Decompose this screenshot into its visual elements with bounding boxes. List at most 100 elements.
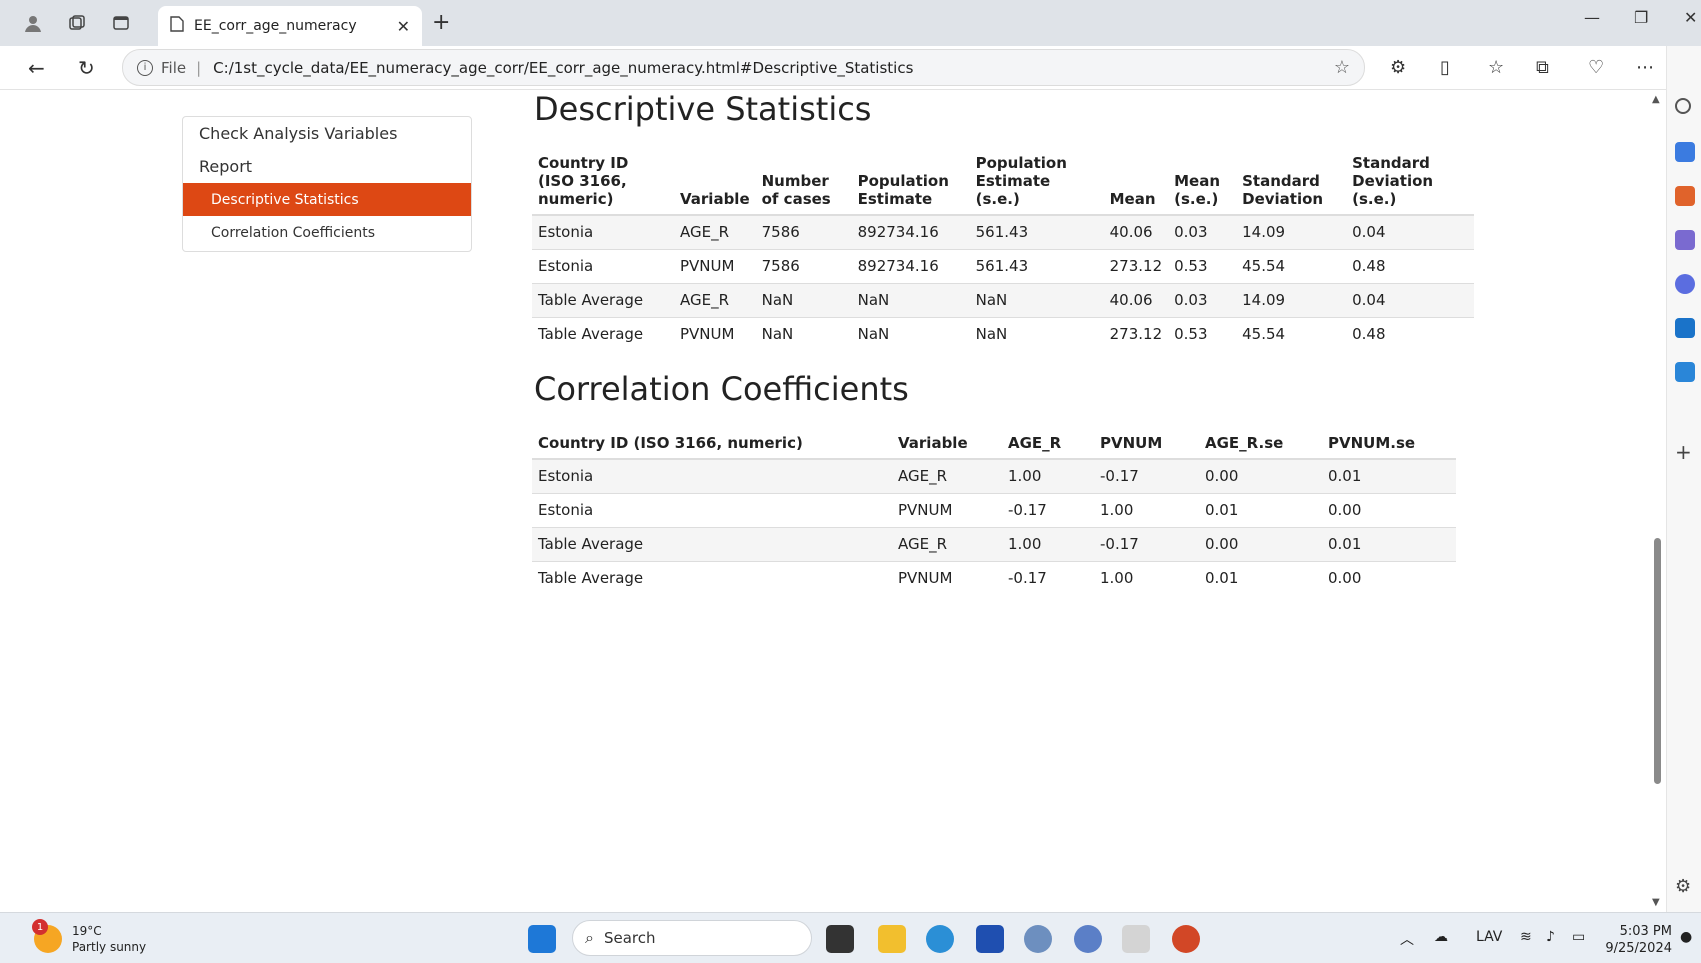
page-content: Check Analysis Variables Report Descript… — [12, 90, 1657, 912]
clock[interactable]: 5:03 PM 9/25/2024 — [1600, 923, 1672, 957]
taskbar-search[interactable]: ⌕ Search — [572, 920, 812, 956]
shopping-icon[interactable] — [1675, 142, 1695, 162]
battery-icon[interactable]: ▭ — [1572, 929, 1585, 945]
onedrive-icon[interactable]: ☁ — [1434, 929, 1448, 945]
table-cell: 1.00 — [1002, 458, 1094, 493]
search-icon[interactable] — [1675, 98, 1691, 114]
app-icon[interactable] — [1024, 925, 1052, 953]
close-tab-icon[interactable]: ✕ — [397, 17, 410, 36]
r-icon[interactable] — [1074, 925, 1102, 953]
add-sidebar-app-icon[interactable]: + — [1675, 440, 1695, 464]
correlation-table: Country ID (ISO 3166, numeric) Variable … — [532, 428, 1456, 595]
favorite-star-icon[interactable]: ☆ — [1334, 57, 1350, 78]
clock-time: 5:03 PM — [1619, 924, 1672, 939]
toc-item-descriptive-statistics[interactable]: Descriptive Statistics — [183, 183, 471, 216]
table-header-row: Country ID (ISO 3166, numeric) Variable … — [532, 148, 1475, 216]
table-cell: 40.06 — [1103, 282, 1169, 317]
address-bar[interactable]: i File | C:/1st_cycle_data/EE_numeracy_a… — [122, 49, 1365, 86]
scroll-up-icon[interactable]: ▲ — [1652, 94, 1660, 105]
table-cell: Table Average — [532, 526, 892, 561]
send-icon[interactable] — [1675, 362, 1695, 382]
table-cell: 0.00 — [1199, 526, 1322, 561]
table-cell: 0.01 — [1199, 492, 1322, 527]
scrollbar-thumb[interactable] — [1654, 538, 1661, 784]
weather-widget[interactable]: 1 19°C Partly sunny — [32, 919, 146, 955]
clock-date: 9/25/2024 — [1605, 941, 1672, 956]
table-cell: PVNUM — [892, 560, 1002, 595]
sidebar-settings-icon[interactable]: ⚙ — [1675, 876, 1695, 897]
minimize-icon[interactable]: — — [1584, 8, 1600, 27]
table-cell: AGE_R — [674, 214, 756, 249]
split-screen-icon[interactable]: ▯ — [1440, 57, 1450, 78]
info-icon[interactable]: i — [137, 59, 153, 76]
vertical-scrollbar[interactable]: ▲ ▼ — [1649, 90, 1665, 912]
tools-icon[interactable] — [1675, 186, 1695, 206]
table-cell: 0.48 — [1346, 316, 1475, 351]
table-cell: 7586 — [755, 248, 852, 283]
outlook-icon[interactable] — [1675, 318, 1695, 338]
extensions-icon[interactable]: ⚙ — [1390, 57, 1406, 78]
wifi-icon[interactable]: ≋ — [1520, 929, 1532, 945]
table-cell: 0.01 — [1322, 526, 1456, 561]
table-cell: 7586 — [755, 214, 852, 249]
column-header: Standard Deviation — [1236, 148, 1347, 216]
chevron-up-icon[interactable]: ︿ — [1400, 929, 1414, 949]
favorites-icon[interactable]: ☆ — [1488, 57, 1504, 78]
more-options-icon[interactable]: ⋯ — [1636, 57, 1654, 78]
refresh-icon[interactable]: ↻ — [78, 56, 95, 80]
store-icon[interactable] — [976, 925, 1004, 953]
edge-browser-icon[interactable] — [926, 925, 954, 953]
table-cell: NaN — [851, 282, 970, 317]
column-header: Variable — [674, 148, 756, 216]
search-icon: ⌕ — [585, 928, 594, 947]
piaac-app-icon[interactable] — [1122, 925, 1150, 953]
url-text[interactable]: C:/1st_cycle_data/EE_numeracy_age_corr/E… — [213, 59, 1334, 77]
file-explorer-icon[interactable] — [878, 925, 906, 953]
browser-essentials-icon[interactable]: ♡ — [1588, 57, 1604, 78]
table-cell: NaN — [969, 282, 1104, 317]
table-cell: PVNUM — [674, 248, 756, 283]
powerpoint-icon[interactable] — [1172, 925, 1200, 953]
table-cell: 45.54 — [1236, 316, 1347, 351]
weather-icon: 1 — [32, 919, 62, 953]
table-cell: AGE_R — [892, 526, 1002, 561]
table-cell: AGE_R — [892, 458, 1002, 493]
people-icon[interactable] — [1675, 230, 1695, 250]
office-icon[interactable] — [1675, 274, 1695, 294]
new-tab-icon[interactable]: + — [432, 10, 450, 35]
table-cell: 0.00 — [1199, 458, 1322, 493]
table-cell: 14.09 — [1236, 214, 1347, 249]
profile-icon[interactable] — [20, 10, 46, 36]
table-cell: Estonia — [532, 248, 674, 283]
tab-active[interactable]: EE_corr_age_numeracy ✕ — [158, 6, 422, 46]
task-view-icon[interactable] — [826, 925, 854, 953]
column-header: Mean — [1103, 148, 1169, 216]
table-cell: 1.00 — [1094, 492, 1199, 527]
workspaces-icon[interactable] — [64, 10, 90, 36]
toc-item-check-analysis-variables[interactable]: Check Analysis Variables — [183, 117, 471, 150]
column-header: Population Estimate — [851, 148, 970, 216]
notification-icon[interactable]: ● — [1680, 929, 1692, 945]
back-icon[interactable]: ← — [28, 56, 45, 80]
weather-temp: 19°C — [72, 924, 102, 938]
tab-actions-icon[interactable] — [108, 10, 134, 36]
table-cell: 892734.16 — [851, 214, 970, 249]
table-cell: 892734.16 — [851, 248, 970, 283]
tab-strip: EE_corr_age_numeracy ✕ + — ❐ ✕ — [0, 0, 1701, 46]
column-header: PVNUM.se — [1322, 428, 1456, 460]
collections-icon[interactable]: ⧉ — [1536, 57, 1549, 78]
column-header: Country ID (ISO 3166, numeric) — [532, 148, 674, 216]
column-header: Country ID (ISO 3166, numeric) — [532, 428, 892, 460]
scroll-down-icon[interactable]: ▼ — [1652, 897, 1660, 908]
table-row: Estonia AGE_R 7586 892734.16 561.43 40.0… — [532, 214, 1475, 249]
column-header: PVNUM — [1094, 428, 1199, 460]
start-icon[interactable] — [528, 925, 556, 953]
table-cell: Estonia — [532, 214, 674, 249]
volume-icon[interactable]: ♪ — [1546, 929, 1555, 945]
toc-item-report[interactable]: Report — [183, 150, 471, 183]
toc-item-correlation-coefficients[interactable]: Correlation Coefficients — [183, 216, 471, 249]
restore-icon[interactable]: ❐ — [1634, 8, 1648, 27]
table-row: Estonia PVNUM -0.17 1.00 0.01 0.00 — [532, 492, 1456, 527]
input-language[interactable]: LAV — [1476, 929, 1502, 945]
close-window-icon[interactable]: ✕ — [1684, 8, 1697, 27]
